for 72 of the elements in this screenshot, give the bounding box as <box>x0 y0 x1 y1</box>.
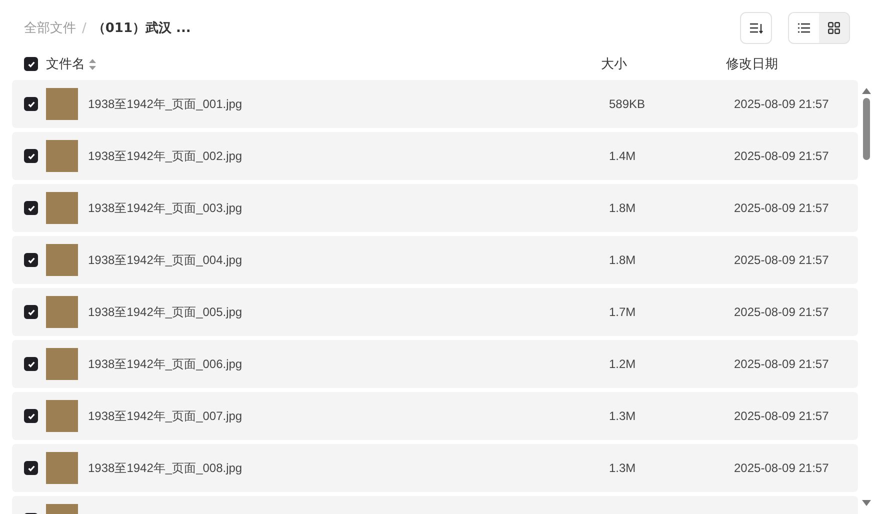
file-row[interactable]: 1938至1942年_页面_001.jpg 589KB 2025-08-09 21:57 <box>12 80 858 128</box>
row-checkbox[interactable] <box>24 461 38 475</box>
file-row[interactable]: 1938至1942年_页面_002.jpg 1.4M 2025-08-09 21:57 <box>12 132 858 180</box>
row-checkbox[interactable] <box>24 409 38 423</box>
modified-date: 2025-08-09 21:57 <box>734 149 830 163</box>
file-row[interactable]: 1938至1942年_页面_008.jpg 1.3M 2025-08-09 21:57 <box>12 444 858 492</box>
checkmark-icon <box>26 60 36 68</box>
file-size: 589KB <box>609 97 646 111</box>
photo-placeholder <box>46 452 78 484</box>
file-size: 1.4M <box>609 149 637 163</box>
row-checkbox[interactable] <box>24 357 38 371</box>
scroll-down-icon[interactable] <box>862 500 870 506</box>
modified-date: 2025-08-09 21:57 <box>734 97 830 111</box>
file-size: 1.2M <box>609 357 637 371</box>
grid-icon <box>828 22 840 34</box>
file-size: 1.3M <box>609 409 637 423</box>
photo-placeholder <box>46 348 78 380</box>
modified-date: 2025-08-09 21:57 <box>734 357 830 371</box>
file-name: 1938至1942年_页面_003.jpg <box>88 200 244 216</box>
file-row[interactable]: 1938至1942年_页面_005.jpg 1.7M 2025-08-09 21:57 <box>12 288 858 336</box>
modified-date: 2025-08-09 21:57 <box>734 409 830 423</box>
checkmark-icon <box>26 256 36 264</box>
breadcrumb-separator: / <box>82 20 86 36</box>
row-checkbox[interactable] <box>24 253 38 267</box>
checkmark-icon <box>26 152 36 160</box>
photo-placeholder <box>46 400 78 432</box>
modified-date: 2025-08-09 21:57 <box>734 201 830 215</box>
column-header[interactable]: 文件名 <box>46 55 85 73</box>
sort-icon <box>89 58 96 70</box>
checkmark-icon <box>26 360 36 368</box>
file-row[interactable]: 1938至1942年_页面_006.jpg 1.2M 2025-08-09 21:57 <box>12 340 858 388</box>
checkmark-icon <box>26 100 36 108</box>
file-row[interactable]: 1938至1942年_页面_003.jpg 1.8M 2025-08-09 21:57 <box>12 184 858 232</box>
file-name: 1938至1942年_页面_007.jpg <box>88 408 244 424</box>
file-name: 1938至1942年_页面_004.jpg <box>88 252 244 268</box>
sort-lines-icon <box>750 22 762 34</box>
file-name: 1938至1942年_页面_001.jpg <box>88 96 244 112</box>
checkmark-icon <box>26 308 36 316</box>
row-checkbox[interactable] <box>24 201 38 215</box>
column-header: 大小 <box>601 56 628 73</box>
list-view-button[interactable] <box>789 13 819 43</box>
list-icon <box>798 23 810 33</box>
row-checkbox[interactable] <box>24 149 38 163</box>
column-header: 修改日期 <box>726 56 779 73</box>
modified-date: 2025-08-09 21:57 <box>734 305 830 319</box>
row-checkbox[interactable] <box>24 97 38 111</box>
row-checkbox[interactable] <box>24 305 38 319</box>
file-size: 1.7M <box>609 305 637 319</box>
file-size: 1.8M <box>609 201 637 215</box>
file-name: 1938至1942年_页面_008.jpg <box>88 460 244 476</box>
file-row[interactable]: 1938至1942年_页面_004.jpg 1.8M 2025-08-09 21:57 <box>12 236 858 284</box>
file-size: 1.3M <box>609 461 637 475</box>
file-size: 1.8M <box>609 253 637 267</box>
photo-placeholder <box>46 140 78 172</box>
modified-date: 2025-08-09 21:57 <box>734 253 830 267</box>
checkmark-icon <box>26 204 36 212</box>
sort-button[interactable] <box>740 12 772 44</box>
photo-placeholder <box>46 244 78 276</box>
scrollbar-thumb[interactable] <box>862 98 870 160</box>
checkmark-icon <box>26 464 36 472</box>
scroll-up-icon[interactable] <box>862 88 870 94</box>
photo-placeholder <box>46 192 78 224</box>
file-name: 1938至1942年_页面_002.jpg <box>88 148 244 164</box>
file-name: 1938至1942年_页面_005.jpg <box>88 304 244 320</box>
modified-date: 2025-08-09 21:57 <box>734 461 830 475</box>
file-name: 1938至1942年_页面_006.jpg <box>88 356 244 372</box>
breadcrumb-item: （011）武汉 ... <box>92 20 191 37</box>
select-all-checkbox[interactable] <box>24 57 38 71</box>
checkmark-icon <box>26 412 36 420</box>
photo-placeholder <box>46 88 78 120</box>
photo-placeholder <box>46 296 78 328</box>
file-row[interactable]: 1938至1942年_页面_007.jpg 1.3M 2025-08-09 21:57 <box>12 392 858 440</box>
